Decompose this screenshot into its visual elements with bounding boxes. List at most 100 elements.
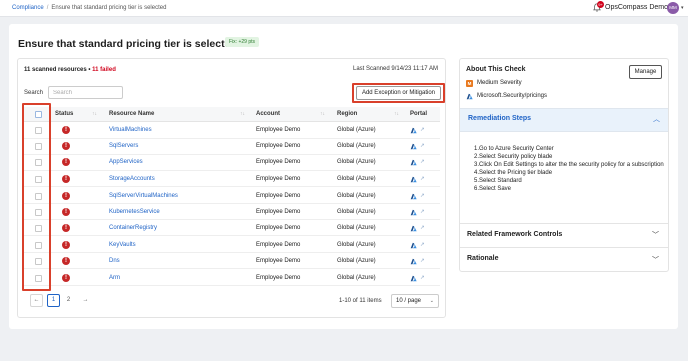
region-cell: Global (Azure) (337, 176, 376, 182)
table-row (24, 139, 440, 155)
table-row (24, 171, 440, 187)
error-icon: ! (62, 158, 70, 166)
resource-name-link[interactable]: SqlServerVirtualMachines (109, 193, 178, 199)
account-cell: Employee Demo (256, 242, 301, 248)
manage-button[interactable]: Manage (629, 65, 662, 79)
search-input[interactable] (48, 86, 123, 99)
remediation-step: 6.Select Save (474, 186, 512, 193)
scan-summary: 11 scanned resources • 11 failed (24, 67, 116, 73)
failed-count: 11 failed (92, 67, 116, 73)
pagination-info: 1-10 of 11 items (339, 298, 382, 304)
page-1-button[interactable]: 1 (47, 294, 60, 307)
remediation-step: 2.Select Security policy blade (474, 154, 553, 161)
account-cell: Employee Demo (256, 176, 301, 182)
highlight-box-checkboxes (22, 103, 51, 291)
chevron-down-icon[interactable]: ﹀ (652, 230, 659, 240)
resource-name-link[interactable]: VirtualMachines (109, 127, 152, 133)
severity-label: Medium Severity (477, 80, 522, 86)
resource-name-link[interactable]: Dns (109, 258, 120, 264)
sort-icon[interactable]: ↑↓ (394, 111, 399, 117)
user-name[interactable]: OpsCompass Demo (605, 4, 668, 11)
table-header (24, 107, 440, 122)
account-cell: Employee Demo (256, 127, 301, 133)
external-link-icon[interactable]: ↗ (420, 193, 425, 199)
azure-logo-icon[interactable] (410, 127, 417, 134)
account-cell: Employee Demo (256, 143, 301, 149)
external-link-icon[interactable]: ↗ (420, 159, 425, 165)
azure-logo-icon[interactable] (410, 159, 417, 166)
user-menu-chevron-down-icon[interactable]: ▾ (681, 5, 684, 11)
table-row (24, 188, 440, 204)
page-size-select[interactable]: 10 / page ⌄ (391, 294, 439, 308)
related-controls-title[interactable]: Related Framework Controls (467, 231, 562, 238)
resource-name-link[interactable]: Arm (109, 275, 120, 281)
error-icon: ! (62, 224, 70, 232)
breadcrumb: Compliance / Ensure that standard pricing … (12, 5, 166, 11)
external-link-icon[interactable]: ↗ (420, 275, 425, 281)
sort-icon[interactable]: ↑↓ (320, 111, 325, 117)
remediation-steps: 1.Go to Azure Security Center 2.Select S… (474, 145, 664, 194)
next-page-button[interactable]: → (79, 294, 92, 307)
region-cell: Global (Azure) (337, 225, 376, 231)
account-cell: Employee Demo (256, 159, 301, 165)
column-header-status[interactable]: Status (55, 111, 73, 117)
error-icon: ! (62, 208, 70, 216)
azure-logo-icon[interactable] (410, 209, 417, 216)
rationale-title[interactable]: Rationale (467, 255, 499, 262)
table-row (24, 123, 440, 139)
resource-name-link[interactable]: KubernetesService (109, 209, 160, 215)
error-icon: ! (62, 274, 70, 282)
region-cell: Global (Azure) (337, 143, 376, 149)
page-title: Ensure that standard pricing tier is sel… (18, 38, 237, 50)
resource-name-link[interactable]: ContainerRegistry (109, 225, 157, 231)
prev-page-button[interactable]: ← (30, 294, 43, 307)
azure-logo-icon[interactable] (410, 176, 417, 183)
breadcrumb-separator: / (46, 5, 49, 11)
avatar[interactable]: MM (667, 2, 679, 14)
resource-name-link[interactable]: SqlServers (109, 143, 138, 149)
region-cell: Global (Azure) (337, 258, 376, 264)
external-link-icon[interactable]: ↗ (420, 209, 425, 215)
table-row (24, 237, 440, 253)
remediation-step: 5.Select Standard (474, 178, 522, 185)
about-title: About This Check (466, 66, 526, 73)
page-size-value: 10 / page (396, 298, 422, 304)
azure-logo-icon (466, 93, 473, 100)
remediation-title[interactable]: Remediation Steps (468, 115, 531, 122)
azure-logo-icon[interactable] (410, 242, 417, 249)
sort-icon[interactable]: ↑↓ (240, 111, 245, 117)
column-header-resource-name[interactable]: Resource Name (109, 111, 154, 117)
azure-logo-icon[interactable] (410, 143, 417, 150)
chevron-up-icon[interactable]: ︿ (653, 114, 660, 124)
external-link-icon[interactable]: ↗ (420, 143, 425, 149)
region-cell: Global (Azure) (337, 193, 376, 199)
summary-separator: • (88, 67, 91, 73)
resource-name-link[interactable]: AppServices (109, 159, 143, 165)
account-cell: Employee Demo (256, 193, 301, 199)
external-link-icon[interactable]: ↗ (420, 225, 425, 231)
error-icon: ! (62, 175, 70, 183)
page-2-button[interactable]: 2 (62, 294, 75, 307)
breadcrumb-compliance-link[interactable]: Compliance (12, 5, 44, 11)
error-icon: ! (62, 257, 70, 265)
external-link-icon[interactable]: ↗ (420, 127, 425, 133)
azure-logo-icon[interactable] (410, 275, 417, 282)
azure-logo-icon[interactable] (410, 258, 417, 265)
external-link-icon[interactable]: ↗ (420, 258, 425, 264)
resource-name-link[interactable]: StorageAccounts (109, 176, 155, 182)
table-row (24, 220, 440, 236)
chevron-down-icon[interactable]: ﹀ (652, 255, 659, 265)
column-header-account[interactable]: Account (256, 111, 280, 117)
resource-name-link[interactable]: KeyVaults (109, 242, 136, 248)
azure-logo-icon[interactable] (410, 225, 417, 232)
region-cell: Global (Azure) (337, 209, 376, 215)
fix-points-badge: Fix: +29 pts (225, 37, 259, 47)
table-row (24, 253, 440, 269)
table-row (24, 155, 440, 171)
table-row (24, 270, 440, 286)
external-link-icon[interactable]: ↗ (420, 176, 425, 182)
column-header-region[interactable]: Region (337, 111, 357, 117)
azure-logo-icon[interactable] (410, 193, 417, 200)
external-link-icon[interactable]: ↗ (420, 242, 425, 248)
sort-icon[interactable]: ↑↓ (92, 111, 97, 117)
